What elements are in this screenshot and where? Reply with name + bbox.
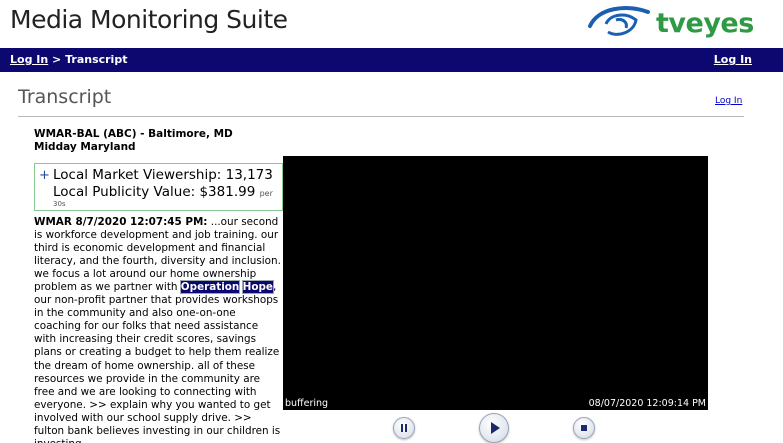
publicity-metric: Local Publicity Value: $381.99 per bbox=[53, 184, 273, 200]
search-hit: Operation bbox=[179, 280, 241, 295]
station-info: WMAR-BAL (ABC) - Baltimore, MD Midday Ma… bbox=[34, 128, 233, 154]
breadcrumb: Log In > Transcript bbox=[10, 53, 127, 66]
pause-icon bbox=[401, 424, 407, 432]
viewership-metric: Local Market Viewership: 13,173 bbox=[53, 167, 273, 183]
eye-swoosh-icon bbox=[588, 6, 650, 36]
page-login-link[interactable]: Log In bbox=[715, 96, 742, 106]
stop-button[interactable] bbox=[573, 417, 595, 439]
buffering-status: buffering bbox=[285, 398, 329, 409]
station-name: WMAR-BAL (ABC) - Baltimore, MD bbox=[34, 128, 233, 140]
publicity-value: Local Publicity Value: $381.99 bbox=[53, 184, 256, 200]
navbar-login-link[interactable]: Log In bbox=[714, 53, 752, 66]
top-navbar: Log In > Transcript Log In bbox=[0, 48, 783, 72]
video-timestamp: 08/07/2020 12:09:14 PM bbox=[588, 398, 706, 409]
per-label: per bbox=[259, 189, 273, 198]
page-title: Transcript bbox=[18, 86, 112, 108]
title-divider bbox=[18, 116, 744, 117]
video-player[interactable]: buffering 08/07/2020 12:09:14 PM bbox=[283, 156, 708, 410]
breadcrumb-separator: > bbox=[48, 53, 66, 66]
pause-button[interactable] bbox=[393, 417, 415, 439]
app-title: Media Monitoring Suite bbox=[10, 5, 288, 34]
play-icon bbox=[491, 422, 500, 434]
per-unit-label: 30s bbox=[53, 200, 66, 208]
stop-icon bbox=[581, 425, 587, 431]
play-button[interactable] bbox=[479, 413, 509, 443]
tveyes-logo: tveyes bbox=[586, 2, 766, 46]
transcript-text: WMAR 8/7/2020 12:07:45 PM: ...our second… bbox=[34, 216, 282, 443]
breadcrumb-current: Transcript bbox=[65, 53, 128, 66]
expand-icon[interactable]: + bbox=[39, 168, 50, 183]
program-name: Midday Maryland bbox=[34, 141, 136, 153]
transcript-timestamp: WMAR 8/7/2020 12:07:45 PM: bbox=[34, 216, 208, 228]
logo-text: tveyes bbox=[656, 8, 754, 39]
market-metrics-box: + Local Market Viewership: 13,173 Local … bbox=[34, 163, 283, 211]
breadcrumb-login-link[interactable]: Log In bbox=[10, 53, 48, 66]
transcript-segment: , our non-profit partner that provides w… bbox=[34, 281, 281, 443]
search-hit: Hope bbox=[241, 280, 274, 295]
